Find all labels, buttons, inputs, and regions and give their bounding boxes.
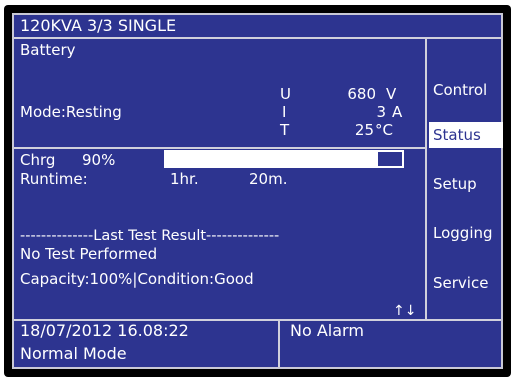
current-symbol: I [282, 103, 287, 121]
charge-percent: 90% [82, 151, 116, 169]
header-divider [14, 37, 501, 39]
menu-divider [425, 37, 427, 319]
voltage-unit: V [386, 85, 397, 103]
current-unit: A [392, 103, 403, 121]
footer-mode: Normal Mode [20, 344, 127, 363]
voltage-value: 680 [347, 85, 376, 103]
ups-display-screen: 120KVA 3/3 SINGLE Battery Mode:Resting U… [12, 13, 503, 369]
menu-service[interactable]: Service [429, 270, 503, 296]
section-title: Battery [20, 41, 76, 59]
runtime-hours: 1hr. [170, 170, 199, 188]
charge-bar-fill [166, 152, 379, 166]
runtime-label: Runtime: [20, 170, 88, 188]
runtime-minutes: 20m. [249, 170, 288, 188]
header-title: 120KVA 3/3 SINGLE [20, 16, 177, 35]
footer-datetime: 18/07/2012 16.08:22 [20, 321, 189, 340]
menu-control[interactable]: Control [429, 77, 503, 103]
section-divider [14, 147, 425, 149]
capacity-condition: Capacity:100%|Condition:Good [20, 270, 254, 288]
footer-split [278, 319, 280, 367]
temperature-value: 25 [354, 121, 374, 139]
current-value: 3 [376, 103, 386, 121]
voltage-symbol: U [280, 85, 291, 103]
last-test-header: --------------Last Test Result----------… [20, 228, 280, 244]
temperature-unit: °C [375, 121, 393, 139]
menu-status[interactable]: Status [429, 122, 503, 148]
scroll-arrows-icon[interactable]: ↑↓ [393, 303, 416, 320]
menu-setup[interactable]: Setup [429, 171, 503, 197]
battery-mode: Mode:Resting [20, 103, 122, 121]
footer-alarm: No Alarm [290, 321, 364, 340]
charge-bar [164, 150, 404, 168]
temperature-symbol: T [280, 121, 290, 139]
menu-logging[interactable]: Logging [429, 220, 503, 246]
charge-label: Chrg [20, 151, 56, 169]
last-test-result: No Test Performed [20, 245, 158, 263]
